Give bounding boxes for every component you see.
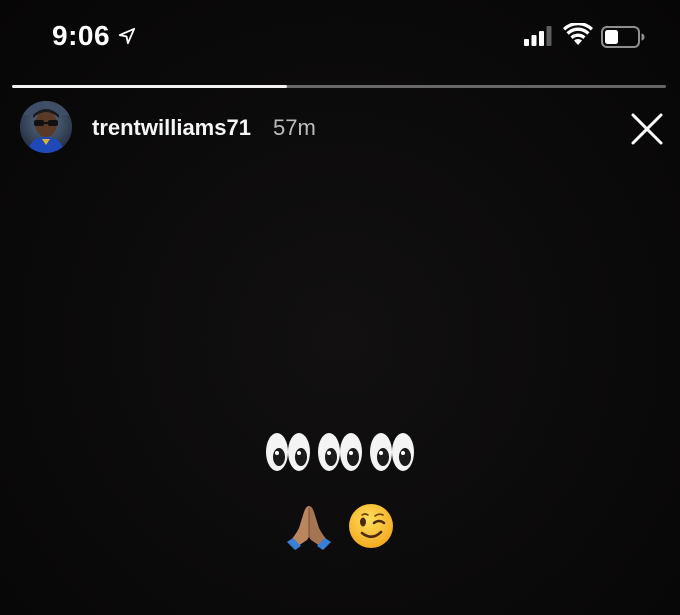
avatar-photo (20, 101, 72, 153)
battery-icon (601, 26, 645, 48)
story-text: 👀👀👀 (0, 430, 680, 552)
eyes-emoji (266, 433, 310, 471)
story-progress-fill (12, 85, 287, 88)
story-text-line-2: 🙏🏽😉 (0, 502, 680, 552)
story-username[interactable]: trentwilliams71 (92, 115, 251, 141)
wifi-icon (563, 23, 593, 45)
status-bar: 9:06 (0, 0, 680, 70)
eyes-emoji (370, 433, 414, 471)
winking-face-emoji (348, 504, 393, 548)
eyes-emoji (318, 433, 362, 471)
story-progress-bar (12, 85, 666, 88)
story-screen[interactable]: 9:06 trentwilliams71 57m (0, 0, 680, 615)
avatar[interactable] (20, 101, 72, 153)
status-time: 9:06 (52, 20, 111, 51)
cellular-signal-icon (524, 26, 552, 46)
story-timestamp: 57m (273, 115, 316, 140)
location-arrow-icon (118, 27, 136, 45)
folded-hands-emoji (287, 506, 332, 550)
story-text-line-1: 👀👀👀 (0, 430, 680, 480)
close-icon[interactable] (627, 109, 667, 149)
